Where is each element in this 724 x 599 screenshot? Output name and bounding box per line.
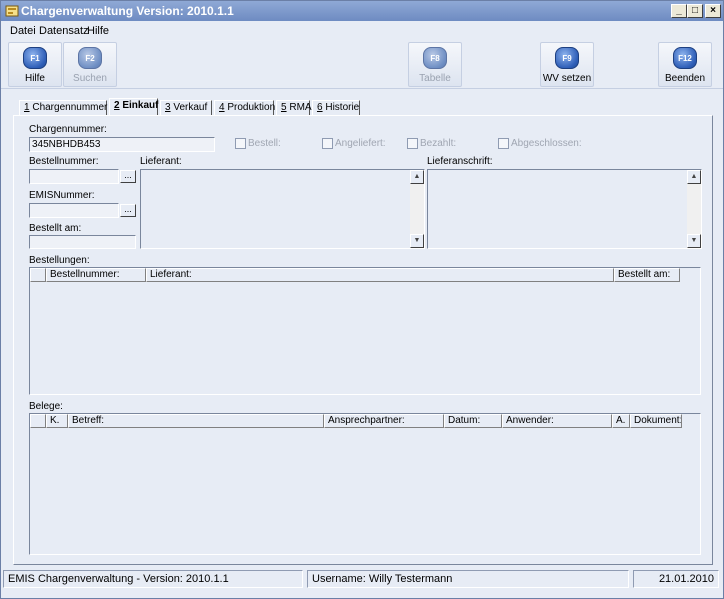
column-ansprechpartner[interactable]: Ansprechpartner: [324,414,444,428]
status-bar: EMIS Chargenverwaltung - Version: 2010.1… [1,568,723,590]
bestellt-am-label: Bestellt am: [29,223,82,234]
menu-datensatz[interactable]: Datensatz [39,25,89,37]
exit-button[interactable]: F12 Beenden [658,42,712,87]
wv-setzen-button[interactable]: F9 WV setzen [540,42,594,87]
chargennummer-field[interactable]: 345NBHDB453 [29,137,215,152]
lieferant-scrollbar[interactable]: ▲ ▼ [410,170,424,248]
emisnummer-browse-button[interactable]: ... [120,204,136,217]
lieferant-label: Lieferant: [140,156,182,167]
bestell-checkbox[interactable] [235,138,246,149]
f12-key-icon: F12 [673,47,697,69]
help-button[interactable]: F1 Hilfe [8,42,62,87]
wv-setzen-button-label: WV setzen [542,73,592,84]
exit-button-label: Beenden [664,73,706,84]
abgeschlossen-checkbox[interactable] [498,138,509,149]
scroll-down-icon[interactable]: ▼ [687,234,701,248]
menu-datei[interactable]: Datei [10,25,36,37]
chargennummer-label: Chargennummer: [29,124,107,135]
column-lieferant[interactable]: Lieferant: [146,268,614,282]
grid-indicator-column [30,414,46,428]
grid-indicator-column [30,268,46,282]
scroll-up-icon[interactable]: ▲ [687,170,701,184]
tab-rma[interactable]: 5 RMA [276,100,312,116]
bestellungen-label: Bestellungen: [29,255,90,266]
search-button-label: Suchen [73,73,107,84]
minimize-button[interactable]: _ [671,4,687,18]
angeliefert-checkbox-label: Angeliefert: [335,138,386,149]
lieferant-memo[interactable]: ▲ ▼ [140,169,425,249]
lieferanschrift-label: Lieferanschrift: [427,156,493,167]
belege-grid[interactable]: K. Betreff: Ansprechpartner: Datum: Anwe… [29,413,701,555]
bezahlt-checkbox-label: Bezahlt: [420,138,457,149]
column-k[interactable]: K. [46,414,68,428]
table-button-label: Tabelle [419,73,451,84]
emisnummer-field[interactable] [29,203,119,218]
maximize-button[interactable]: □ [687,4,703,18]
f9-key-icon: F9 [555,47,579,69]
close-button[interactable]: × [705,4,721,18]
belege-label: Belege: [29,401,63,412]
tab-verkauf[interactable]: 3 Verkauf [160,100,212,116]
table-button[interactable]: F8 Tabelle [408,42,462,87]
window-title: Chargenverwaltung Version: 2010.1.1 [21,4,234,18]
bestellnummer-browse-button[interactable]: ... [120,170,136,183]
abgeschlossen-checkbox-label: Abgeschlossen: [511,138,582,149]
f8-key-icon: F8 [423,47,447,69]
menu-bar: Datei Datensatz Hilfe [1,21,723,41]
lieferanschrift-scrollbar[interactable]: ▲ ▼ [687,170,701,248]
bestell-checkbox-label: Bestell: [248,138,281,149]
toolbar: F1 Hilfe F2 Suchen F8 Tabelle F9 WV setz… [1,41,723,89]
column-datum[interactable]: Datum: [444,414,502,428]
emisnummer-label: EMISNummer: [29,190,95,201]
status-date: 21.01.2010 [633,570,719,588]
bezahlt-checkbox[interactable] [407,138,418,149]
main-window: Chargenverwaltung Version: 2010.1.1 _ □ … [0,0,724,599]
status-username: Username: Willy Testermann [307,570,629,588]
f1-key-icon: F1 [23,47,47,69]
column-dokument[interactable]: Dokument: [630,414,682,428]
column-bestellt-am[interactable]: Bestellt am: [614,268,680,282]
title-bar: Chargenverwaltung Version: 2010.1.1 _ □ … [1,1,723,21]
bestellnummer-field[interactable] [29,169,119,184]
bestellnummer-label: Bestellnummer: [29,156,99,167]
f2-key-icon: F2 [78,47,102,69]
column-betreff[interactable]: Betreff: [68,414,324,428]
bestellungen-grid[interactable]: Bestellnummer: Lieferant: Bestellt am: [29,267,701,395]
bestellt-am-field[interactable] [29,235,136,249]
tab-chargennummer[interactable]: 1 Chargennummer [19,100,107,116]
tab-historie[interactable]: 6 Historie [312,100,360,116]
app-icon [5,5,19,17]
tab-panel-einkauf: Chargennummer: 345NBHDB453 Bestell: Ange… [13,115,713,565]
help-button-label: Hilfe [24,73,45,84]
column-bestellnummer[interactable]: Bestellnummer: [46,268,146,282]
column-anwender[interactable]: Anwender: [502,414,612,428]
search-button[interactable]: F2 Suchen [63,42,117,87]
scroll-up-icon[interactable]: ▲ [410,170,424,184]
angeliefert-checkbox[interactable] [322,138,333,149]
tab-produktion[interactable]: 4 Produktion [214,100,275,116]
column-a[interactable]: A. [612,414,630,428]
menu-hilfe[interactable]: Hilfe [87,25,109,37]
status-app-version: EMIS Chargenverwaltung - Version: 2010.1… [3,570,303,588]
scroll-down-icon[interactable]: ▼ [410,234,424,248]
lieferanschrift-memo[interactable]: ▲ ▼ [427,169,702,249]
